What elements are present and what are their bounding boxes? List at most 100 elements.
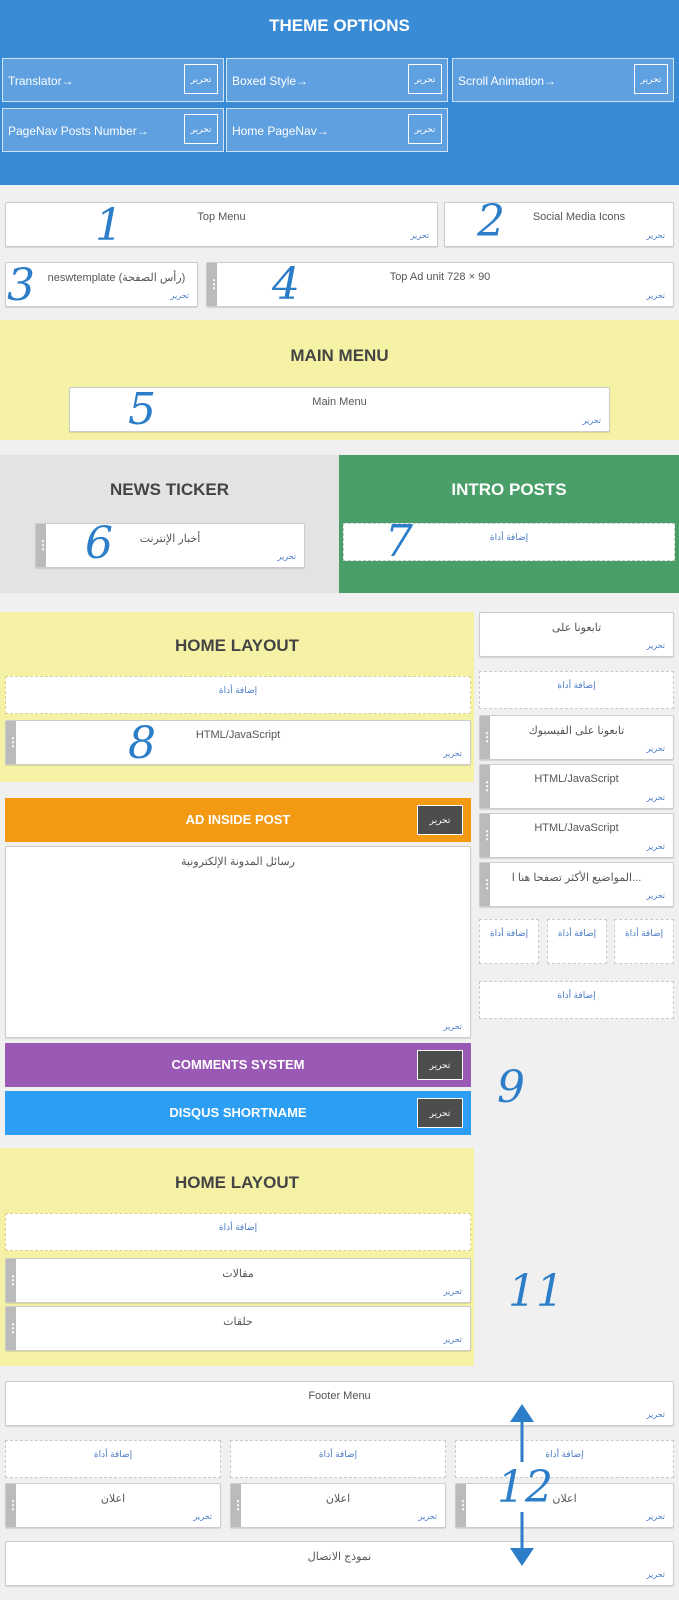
home-layout-title-2: HOME LAYOUT (174, 1173, 300, 1192)
widget-title: المواضيع الأكثر تصفحا هنا ا... (511, 872, 642, 884)
edit-link[interactable]: تحرير (647, 291, 665, 300)
widget-title: HTML/JavaScript (195, 729, 281, 741)
comments-system-edit-button[interactable]: تحرير (417, 1050, 463, 1080)
disqus-shortname-bar: DISQUS SHORTNAME تحرير (5, 1091, 471, 1135)
add-widget-link[interactable]: إضافة أداة (6, 685, 470, 696)
contact-form-widget[interactable]: نموذج الاتصال تحرير (5, 1541, 674, 1586)
footer-add-widget-3[interactable]: إضافة أداة (455, 1440, 674, 1478)
follow-us-widget[interactable]: تابعونا على تحرير (479, 612, 674, 657)
home-layout-add-widget-2[interactable]: إضافة أداة (5, 1213, 471, 1251)
widget-title: تابعونا على (551, 622, 602, 634)
annotation-11: 11 (508, 1266, 564, 1317)
edit-link[interactable]: تحرير (278, 552, 296, 561)
edit-link[interactable]: تحرير (647, 891, 665, 900)
episodes-widget[interactable]: حلقات تحرير (5, 1306, 471, 1351)
boxed-style-edit-button[interactable]: تحرير (408, 64, 442, 94)
annotation-4: 4 (272, 259, 300, 310)
blog-posts-widget[interactable]: رسائل المدونة الإلكترونية تحرير (5, 846, 471, 1038)
sidebar-html-widget-1[interactable]: HTML/JavaScript تحرير (479, 764, 674, 809)
edit-link[interactable]: تحرير (444, 1022, 462, 1031)
option-label: Boxed Style→ (232, 74, 309, 88)
edit-link[interactable]: تحرير (444, 1287, 462, 1296)
add-widget-link[interactable]: إضافة أداة (548, 928, 606, 939)
ad-inside-post-bar: AD INSIDE POST تحرير (5, 798, 471, 842)
home-layout-title-1: HOME LAYOUT (174, 636, 300, 655)
annotation-1: 1 (95, 200, 123, 251)
popular-posts-widget[interactable]: المواضيع الأكثر تصفحا هنا ا... تحرير (479, 862, 674, 907)
sidebar-add-widget-1[interactable]: إضافة أداة (479, 671, 674, 709)
widget-title: مقالات (222, 1268, 254, 1280)
edit-link[interactable]: تحرير (444, 1335, 462, 1344)
annotation-7: 7 (385, 516, 413, 567)
add-widget-link[interactable]: إضافة أداة (456, 1449, 673, 1460)
comments-system-bar: COMMENTS SYSTEM تحرير (5, 1043, 471, 1087)
footer-ad-widget-1[interactable]: اعلان تحرير (5, 1483, 221, 1528)
option-pagenav-posts-number: PageNav Posts Number→ تحرير (2, 108, 224, 152)
sidebar-add-widget-3[interactable]: إضافة أداة (547, 919, 607, 964)
comments-system-title: COMMENTS SYSTEM (171, 1057, 305, 1072)
add-widget-link[interactable]: إضافة أداة (6, 1449, 220, 1460)
sidebar-html-widget-2[interactable]: HTML/JavaScript تحرير (479, 813, 674, 858)
add-widget-link[interactable]: إضافة أداة (480, 928, 538, 939)
option-label: Home PageNav→ (232, 124, 329, 138)
intro-posts-title: INTRO POSTS (451, 480, 567, 499)
facebook-widget[interactable]: تابعونا على الفيسبوك تحرير (479, 715, 674, 760)
add-widget-link[interactable]: إضافة أداة (615, 928, 673, 939)
home-layout-add-widget-1[interactable]: إضافة أداة (5, 676, 471, 714)
footer-add-widget-2[interactable]: إضافة أداة (230, 1440, 446, 1478)
main-menu-title: MAIN MENU (290, 346, 389, 365)
footer-ad-widget-3[interactable]: اعلان تحرير (455, 1483, 674, 1528)
sidebar-add-widget-4[interactable]: إضافة أداة (614, 919, 674, 964)
widget-title: أخبار الإنترنت (139, 533, 201, 545)
scroll-animation-edit-button[interactable]: تحرير (634, 64, 668, 94)
sidebar-add-widget-2[interactable]: إضافة أداة (479, 919, 539, 964)
edit-link[interactable]: تحرير (444, 749, 462, 758)
option-home-pagenav: Home PageNav→ تحرير (226, 108, 448, 152)
edit-link[interactable]: تحرير (411, 231, 429, 240)
ad-inside-post-title: AD INSIDE POST (185, 812, 291, 827)
widget-title: حلقات (223, 1316, 253, 1328)
edit-link[interactable]: تحرير (171, 291, 189, 300)
annotation-8: 8 (128, 718, 156, 769)
edit-link[interactable]: تحرير (647, 1410, 665, 1419)
add-widget-link[interactable]: إضافة أداة (231, 1449, 445, 1460)
edit-link[interactable]: تحرير (647, 231, 665, 240)
annotation-5: 5 (128, 384, 156, 435)
edit-link[interactable]: تحرير (647, 793, 665, 802)
footer-ad-widget-2[interactable]: اعلان تحرير (230, 1483, 446, 1528)
widget-title: Footer Menu (308, 1390, 371, 1402)
edit-link[interactable]: تحرير (194, 1512, 212, 1521)
top-menu-widget[interactable]: Top Menu تحرير (5, 202, 438, 247)
theme-options-title: THEME OPTIONS (269, 16, 410, 35)
disqus-edit-button[interactable]: تحرير (417, 1098, 463, 1128)
news-ticker-widget[interactable]: أخبار الإنترنت تحرير (35, 523, 305, 568)
widget-title: رسائل المدونة الإلكترونية (181, 856, 295, 868)
ad-inside-post-edit-button[interactable]: تحرير (417, 805, 463, 835)
edit-link[interactable]: تحرير (647, 842, 665, 851)
edit-link[interactable]: تحرير (647, 641, 665, 650)
edit-link[interactable]: تحرير (583, 416, 601, 425)
articles-widget[interactable]: مقالات تحرير (5, 1258, 471, 1303)
footer-menu-widget[interactable]: Footer Menu تحرير (5, 1381, 674, 1426)
edit-link[interactable]: تحرير (647, 1570, 665, 1579)
add-widget-link[interactable]: إضافة أداة (480, 990, 673, 1001)
widget-title: اعلان (325, 1493, 351, 1505)
option-label: Translator→ (8, 74, 74, 88)
footer-add-widget-1[interactable]: إضافة أداة (5, 1440, 221, 1478)
widget-title: تابعونا على الفيسبوك (528, 725, 625, 737)
option-boxed-style: Boxed Style→ تحرير (226, 58, 448, 102)
option-label: Scroll Animation→ (458, 74, 557, 88)
add-widget-link[interactable]: إضافة أداة (480, 680, 673, 691)
widget-title: Top Menu (197, 211, 246, 223)
pagenav-posts-edit-button[interactable]: تحرير (184, 114, 218, 144)
widget-title: HTML/JavaScript (534, 773, 619, 785)
sidebar-add-widget-5[interactable]: إضافة أداة (479, 981, 674, 1019)
edit-link[interactable]: تحرير (419, 1512, 437, 1521)
disqus-shortname-title: DISQUS SHORTNAME (169, 1105, 307, 1120)
edit-link[interactable]: تحرير (647, 744, 665, 753)
edit-link[interactable]: تحرير (647, 1512, 665, 1521)
home-html-widget[interactable]: HTML/JavaScript تحرير (5, 720, 471, 765)
add-widget-link[interactable]: إضافة أداة (6, 1222, 470, 1233)
home-pagenav-edit-button[interactable]: تحرير (408, 114, 442, 144)
translator-edit-button[interactable]: تحرير (184, 64, 218, 94)
